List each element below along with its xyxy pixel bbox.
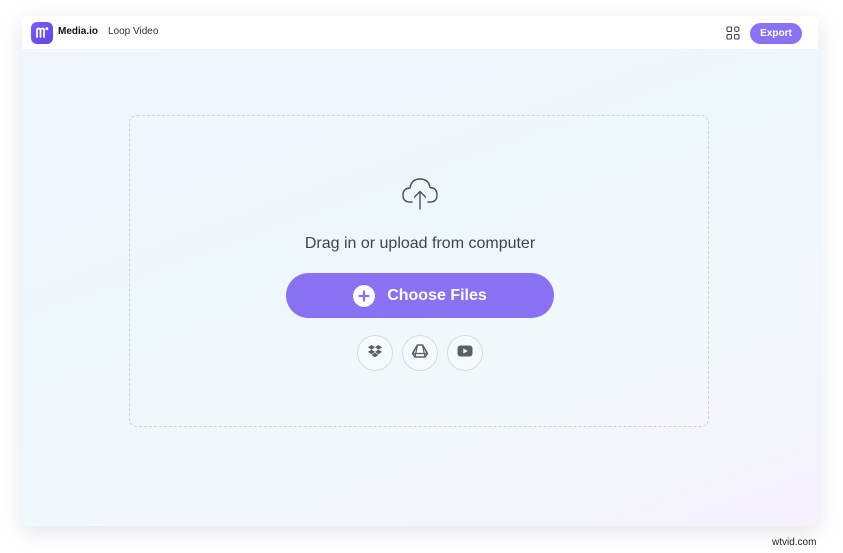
upload-dropzone[interactable]: Drag in or upload from computer Choose F… — [129, 115, 709, 427]
top-bar: Media.io Loop Video Export — [22, 16, 818, 49]
watermark-text: wtvid.com — [772, 537, 817, 548]
apps-grid-icon[interactable] — [726, 26, 740, 40]
google-drive-icon — [411, 343, 429, 363]
plus-icon — [353, 284, 376, 307]
brand-name: Media.io — [58, 26, 99, 37]
choose-files-button[interactable]: Choose Files — [286, 273, 554, 318]
youtube-icon — [457, 344, 473, 362]
choose-files-label: Choose Files — [387, 286, 487, 304]
app-window: Media.io Loop Video Export Drag in or up… — [22, 16, 818, 526]
export-button[interactable]: Export — [750, 23, 802, 44]
google-drive-button[interactable] — [402, 335, 438, 371]
page-title: Loop Video — [108, 26, 159, 37]
dropbox-icon — [367, 344, 383, 363]
cloud-upload-icon — [400, 174, 440, 212]
dropbox-button[interactable] — [357, 335, 393, 371]
upload-prompt: Drag in or upload from computer — [304, 235, 536, 252]
cloud-sources — [357, 335, 483, 371]
youtube-button[interactable] — [447, 335, 483, 371]
logo-icon[interactable] — [31, 22, 53, 44]
